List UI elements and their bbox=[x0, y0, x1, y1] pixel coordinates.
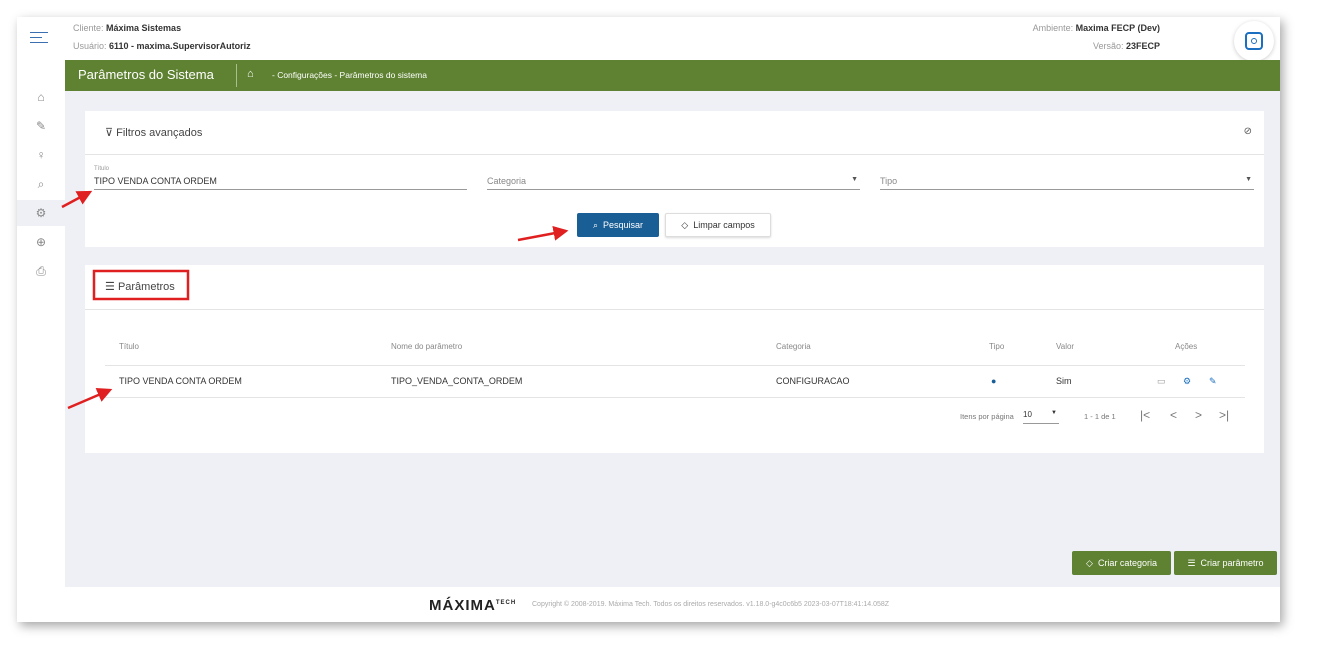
camera-scan-icon bbox=[1245, 32, 1263, 50]
list-icon: ☰ bbox=[1187, 557, 1196, 568]
copyright: Copyright © 2008-2019. Máxima Tech. Todo… bbox=[532, 601, 890, 608]
cell-categoria: CONFIGURACAO bbox=[776, 376, 850, 386]
filters-title: Filtros avançados bbox=[116, 127, 203, 139]
last-page-icon[interactable]: >| bbox=[1219, 408, 1229, 422]
settings-icon[interactable]: ⚙ bbox=[1183, 376, 1191, 387]
first-page-icon[interactable]: |< bbox=[1140, 408, 1150, 422]
col-valor: Valor bbox=[1056, 342, 1075, 351]
next-page-icon[interactable]: > bbox=[1195, 408, 1202, 422]
filters-card: ⊽ Filtros avançados ⊘ Título TIPO VENDA … bbox=[85, 111, 1264, 247]
tipo-select[interactable]: Tipo ▼ bbox=[880, 176, 1254, 190]
params-title: Parâmetros bbox=[117, 281, 175, 293]
maxima-logo: MÁXIMATECH bbox=[429, 597, 517, 614]
settings-icon[interactable]: ⚙ bbox=[17, 200, 65, 226]
comment-icon[interactable]: ▭ bbox=[1157, 376, 1166, 387]
titulo-label: Título bbox=[94, 166, 110, 172]
globe-icon: ● bbox=[991, 376, 997, 386]
create-param-button[interactable]: ☰ Criar parâmetro bbox=[1174, 551, 1277, 575]
range-label: 1 - 1 de 1 bbox=[1084, 412, 1116, 421]
edit-icon[interactable]: ✎ bbox=[1209, 376, 1217, 387]
col-titulo: Título bbox=[119, 342, 140, 351]
version-value: 23FECP bbox=[1125, 41, 1160, 51]
env-value: Maxima FECP (Dev) bbox=[1075, 23, 1160, 33]
params-card: ☰ Parâmetros Título Nome do parâmetro Ca… bbox=[85, 265, 1264, 453]
home-icon[interactable]: ⌂ bbox=[247, 68, 254, 80]
menu-icon[interactable] bbox=[30, 32, 48, 43]
search-icon[interactable]: ⌕ bbox=[31, 174, 51, 194]
col-nome: Nome do parâmetro bbox=[391, 342, 463, 351]
title-bar: Parâmetros do Sistema ⌂ - Configurações … bbox=[65, 60, 1280, 91]
col-tipo: Tipo bbox=[989, 342, 1005, 351]
lightbulb-icon[interactable]: ♀ bbox=[31, 145, 51, 165]
categoria-select[interactable]: Categoria ▼ bbox=[487, 176, 860, 190]
tag-icon: ◇ bbox=[1086, 557, 1093, 568]
client-value: Máxima Sistemas bbox=[106, 23, 182, 33]
cell-titulo: TIPO VENDA CONTA ORDEM bbox=[119, 376, 242, 386]
footer: MÁXIMATECH Copyright © 2008-2019. Máxima… bbox=[65, 587, 1280, 622]
print-icon[interactable]: ⎙ bbox=[31, 261, 51, 281]
titulo-input[interactable]: TIPO VENDA CONTA ORDEM bbox=[94, 176, 467, 190]
screenshot-button[interactable] bbox=[1234, 21, 1274, 61]
hide-filters-icon[interactable]: ⊘ bbox=[1244, 126, 1252, 137]
create-category-button[interactable]: ◇ Criar categoria bbox=[1072, 551, 1171, 575]
sidebar: ⌂ ✎ ♀ ⌕ ⚙ ⊕ ⎙ bbox=[17, 60, 65, 622]
app-window: Cliente: Máxima Sistemas Usuário: 6110 -… bbox=[17, 17, 1280, 622]
version-label: Versão: bbox=[1092, 41, 1124, 51]
cell-valor: Sim bbox=[1056, 376, 1072, 386]
search-button[interactable]: ⌕ Pesquisar bbox=[577, 213, 659, 237]
client-label: Cliente: bbox=[73, 23, 104, 33]
clear-button[interactable]: ◇ Limpar campos bbox=[665, 213, 771, 237]
chevron-down-icon: ▼ bbox=[1245, 176, 1252, 183]
search-icon: ⌕ bbox=[592, 219, 598, 230]
eraser-icon: ◇ bbox=[681, 219, 689, 230]
page-title: Parâmetros do Sistema bbox=[78, 67, 214, 82]
edit-icon[interactable]: ✎ bbox=[31, 116, 51, 136]
cell-nome: TIPO_VENDA_CONTA_ORDEM bbox=[391, 376, 523, 386]
user-value: 6110 - maxima.SupervisorAutoriz bbox=[109, 41, 251, 51]
col-categoria: Categoria bbox=[776, 342, 811, 351]
top-header: Cliente: Máxima Sistemas Usuário: 6110 -… bbox=[17, 17, 1280, 61]
items-per-page-select[interactable]: 10 ▼ bbox=[1023, 410, 1059, 424]
user-label: Usuário: bbox=[73, 41, 107, 51]
col-acoes: Ações bbox=[1175, 342, 1198, 351]
chevron-down-icon: ▼ bbox=[851, 176, 858, 183]
breadcrumb: - Configurações - Parâmetros do sistema bbox=[272, 70, 427, 80]
list-icon: ☰ bbox=[105, 281, 115, 293]
env-label: Ambiente: bbox=[1032, 23, 1074, 33]
prev-page-icon[interactable]: < bbox=[1170, 408, 1177, 422]
items-per-page-label: Itens por página bbox=[960, 412, 1014, 421]
home-icon[interactable]: ⌂ bbox=[31, 87, 51, 107]
filter-icon: ⊽ bbox=[105, 127, 114, 139]
add-circle-icon[interactable]: ⊕ bbox=[31, 232, 51, 252]
